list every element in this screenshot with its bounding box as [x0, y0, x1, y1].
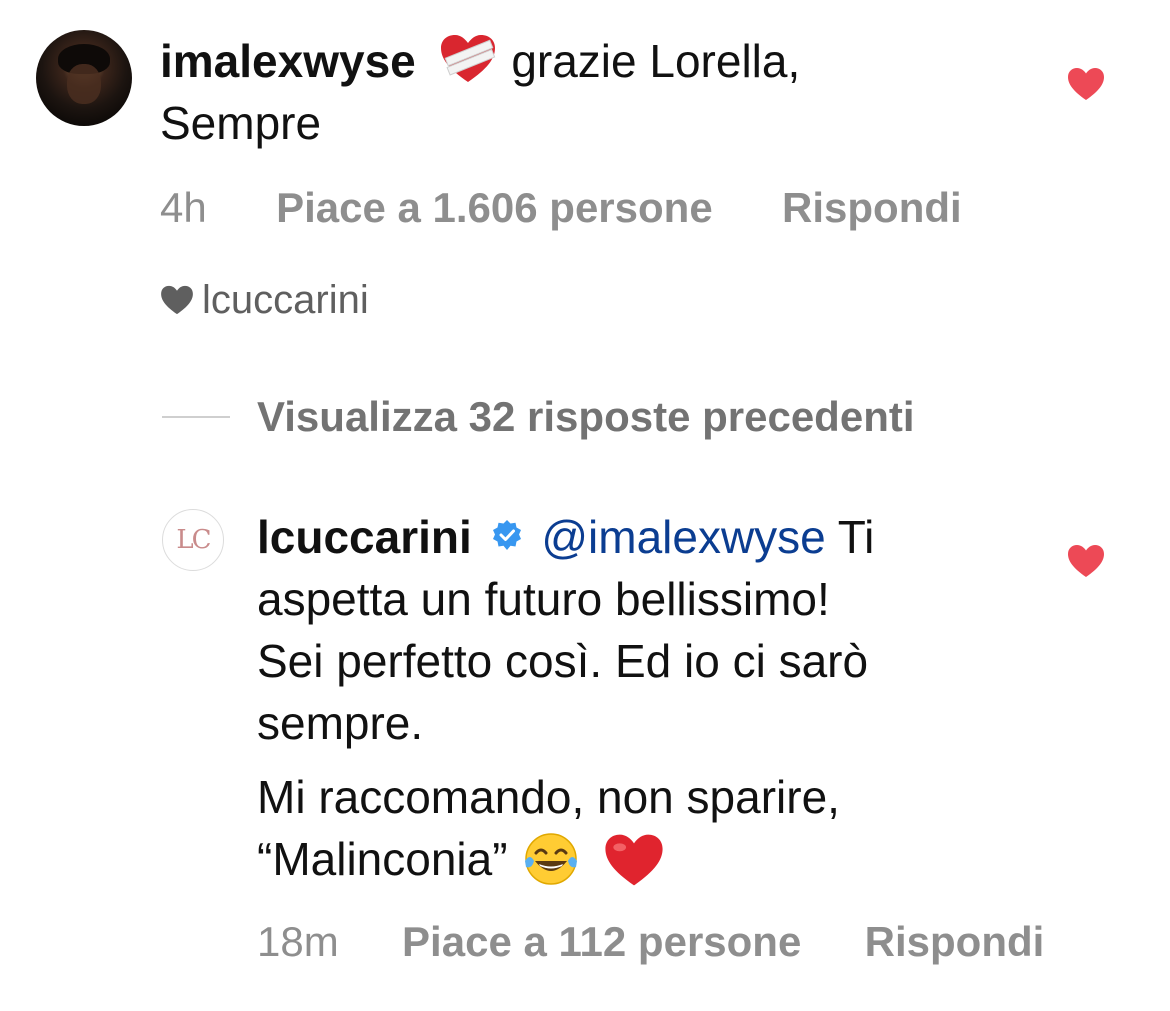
author-liked-heart-icon	[161, 285, 193, 315]
view-previous-replies-button[interactable]: Visualizza 32 risposte precedenti	[257, 393, 915, 441]
red-heart-icon	[605, 834, 663, 886]
comment2-text-line4: sempre.	[257, 697, 424, 749]
comment1-time: 4h	[160, 184, 207, 231]
mending-heart-icon	[440, 35, 495, 82]
comment2-username[interactable]: lcuccarini	[257, 511, 472, 563]
comment2-time: 18m	[257, 918, 339, 965]
comment2-text-line1-tail: Ti	[837, 511, 875, 563]
comment2-likes[interactable]: Piace a 112 persone	[402, 918, 801, 965]
comment1-reply-button[interactable]: Rispondi	[782, 184, 962, 231]
comment2-text-line5: Mi raccomando, non sparire,	[257, 771, 840, 823]
verified-badge-icon	[492, 520, 521, 550]
avatar-lcuccarini[interactable]: LC	[162, 509, 224, 571]
comment2-meta: 18m Piace a 112 persone Rispondi	[257, 918, 1044, 966]
comment2-mention[interactable]: @imalexwyse	[541, 511, 825, 563]
comment2-text-line3: Sei perfetto così. Ed io ci sarò	[257, 635, 869, 687]
comment1-line1: imalexwyse grazie Lorella,	[160, 30, 800, 92]
comment1-text-line2: Sempre	[160, 97, 322, 149]
replies-divider	[162, 416, 230, 418]
comment2-text-line6-row: “Malinconia”	[257, 828, 665, 890]
liked-by-author-row: lcuccarini	[160, 278, 369, 323]
comment2-line1: lcuccarini @imalexwyse Ti	[257, 506, 874, 568]
comment2-like-heart-icon[interactable]	[1067, 544, 1105, 578]
comment1-likes[interactable]: Piace a 1.606 persone	[276, 184, 713, 231]
comment2-text-line2: aspetta un futuro bellissimo!	[257, 573, 830, 625]
comment2-reply-button[interactable]: Rispondi	[865, 918, 1045, 965]
comment1-like-heart-icon[interactable]	[1067, 67, 1105, 101]
face-with-tears-of-joy-icon	[525, 833, 578, 885]
comment1-text-line1: grazie Lorella,	[511, 35, 801, 87]
liked-by-author-name[interactable]: lcuccarini	[202, 278, 369, 322]
comment1-username[interactable]: imalexwyse	[160, 35, 416, 87]
comment2-text-line6: “Malinconia”	[257, 833, 508, 885]
avatar-imalexwyse[interactable]	[36, 30, 132, 126]
avatar-face	[67, 64, 101, 104]
comment1-meta: 4h Piace a 1.606 persone Rispondi	[160, 184, 962, 232]
